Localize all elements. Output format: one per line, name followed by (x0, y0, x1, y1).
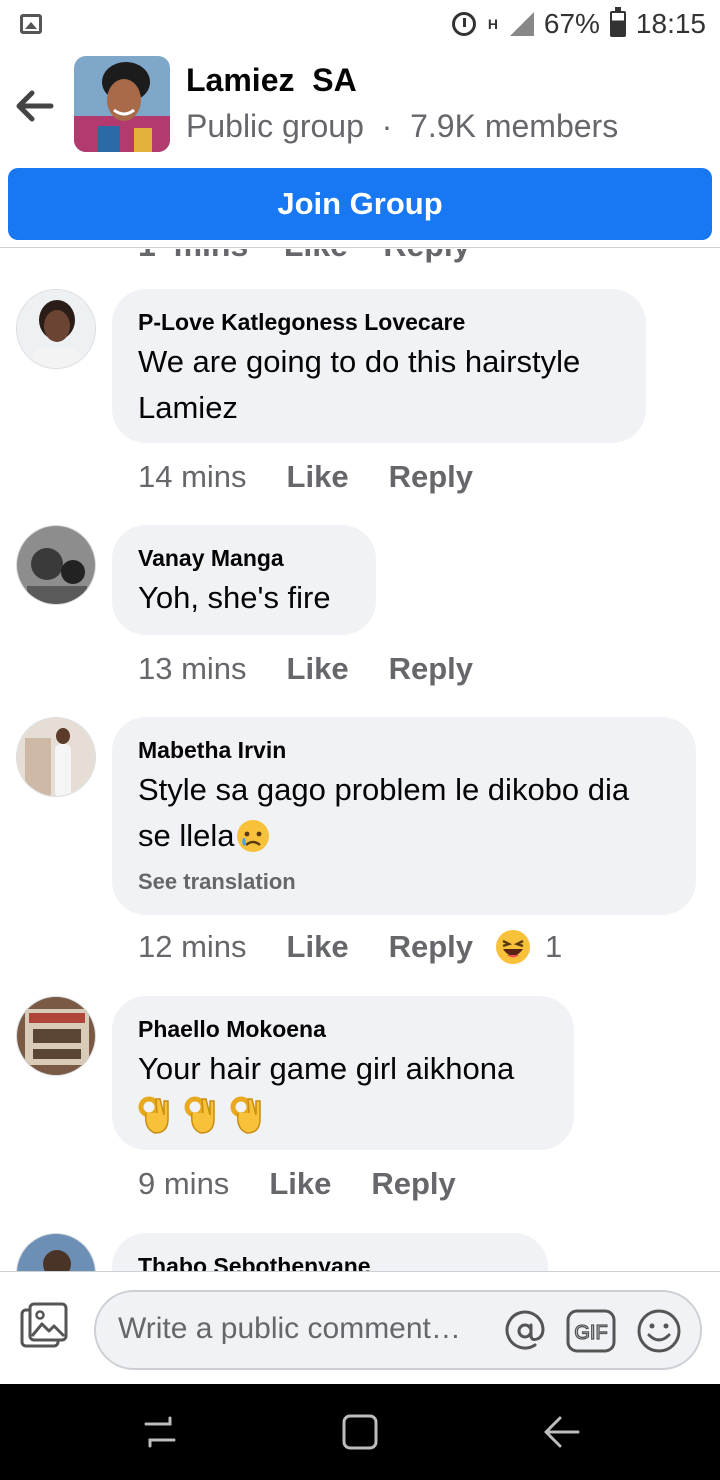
like-button[interactable]: Like (287, 929, 349, 965)
reaction-summary[interactable]: 1 (495, 929, 562, 965)
arrow-left-icon (16, 90, 54, 122)
photo-button[interactable] (18, 1302, 74, 1354)
commenter-name[interactable]: P-Love Katlegoness Lovecare (138, 307, 620, 337)
reply-button[interactable]: Reply (371, 1166, 455, 1202)
comment-actions: 13 mins Like Reply (138, 651, 473, 687)
avatar-image (17, 1234, 95, 1271)
gif-button[interactable]: GIF (566, 1306, 616, 1356)
gif-icon: GIF (566, 1309, 616, 1353)
comment-input-placeholder: Write a public comment… (118, 1312, 461, 1345)
comment-bubble[interactable]: Vanay Manga Yoh, she's fire (112, 525, 376, 635)
like-button[interactable]: Like (269, 1166, 331, 1202)
status-icons: H 67% 18:15 (451, 7, 706, 40)
comment-text: Yoh, she's fire (138, 575, 350, 621)
comment-line: se llela (138, 813, 670, 859)
emoji-button[interactable] (634, 1306, 684, 1356)
gallery-icon (20, 14, 42, 34)
comment-time[interactable]: 14 mins (138, 459, 247, 495)
group-header: Lamiez SA Public group · 7.9K members Jo… (0, 48, 720, 248)
reply-button[interactable]: Reply (389, 651, 473, 687)
comment-bubble[interactable]: Phaello Mokoena Your hair game girl aikh… (112, 996, 574, 1150)
comment-line: Style sa gago problem le dikobo dia (138, 772, 630, 807)
avatar[interactable] (16, 717, 96, 797)
nav-back-button[interactable] (536, 1410, 584, 1454)
comment-bubble[interactable]: Mabetha Irvin Style sa gago problem le d… (112, 717, 696, 915)
mention-button[interactable] (500, 1306, 550, 1356)
comment-line: Your hair game girl aikhona (138, 1051, 515, 1086)
comment-input[interactable]: Write a public comment… GIF (94, 1290, 702, 1370)
join-group-button[interactable]: Join Group (8, 168, 712, 240)
commenter-name[interactable]: Phaello Mokoena (138, 1014, 548, 1044)
avatar[interactable] (16, 1233, 96, 1271)
group-meta: Public group · 7.9K members (186, 108, 619, 144)
comment-time[interactable]: 9 mins (138, 1166, 229, 1202)
avatar-image (17, 997, 95, 1075)
comment-line: Yoh, she's fire (138, 580, 331, 615)
comment-bubble[interactable]: P-Love Katlegoness Lovecare We are going… (112, 289, 646, 443)
home-icon (342, 1414, 378, 1450)
partial-comment-actions: 1 mins Like Reply (138, 249, 471, 264)
ok-hand-emoji-icon (184, 1096, 215, 1134)
comment-line: Lamiez (138, 390, 238, 425)
avatar-image (17, 526, 95, 604)
back-icon (544, 1416, 580, 1448)
comment-text: Your hair game girl aikhona (138, 1046, 548, 1138)
comment-actions: 12 mins Like Reply 1 (138, 929, 562, 965)
haha-icon (496, 930, 530, 964)
recent-apps-button[interactable] (136, 1410, 184, 1454)
like-button[interactable]: Like (287, 459, 349, 495)
like-button[interactable]: Like (287, 651, 349, 687)
comment-time[interactable]: 13 mins (138, 651, 247, 687)
sad-tear-emoji-icon (236, 820, 269, 852)
back-button[interactable] (12, 84, 56, 128)
emoji-icon (637, 1309, 681, 1353)
avatar[interactable] (16, 525, 96, 605)
comment-list[interactable]: 1 mins Like Reply P-Love Katlegoness Lov… (0, 249, 720, 1271)
see-translation-link[interactable]: See translation (138, 869, 670, 895)
comment-actions: 14 mins Like Reply (138, 459, 473, 495)
group-name[interactable]: Lamiez SA (186, 62, 357, 99)
status-bar: H 67% 18:15 (0, 0, 720, 48)
clock: 18:15 (635, 8, 706, 39)
comment-text: Style sa gago problem le dikobo dia se l… (138, 767, 670, 859)
ok-hand-emoji-icon (230, 1096, 261, 1134)
network-type: H (487, 16, 498, 32)
comment-line-text: se llela (138, 818, 235, 853)
comment-time[interactable]: 12 mins (138, 929, 247, 965)
reaction-count: 1 (545, 929, 563, 964)
avatar-image (17, 718, 95, 796)
battery-percent: 67% (543, 8, 600, 39)
system-nav-bar (0, 1384, 720, 1480)
reply-button[interactable]: Reply (389, 459, 473, 495)
signal-icon (509, 12, 534, 36)
avatar-image (17, 290, 95, 368)
group-avatar-image (74, 56, 170, 152)
comment-line: We are going to do this hairstyle (138, 344, 581, 379)
comment-text: We are going to do this hairstyle Lamiez (138, 339, 620, 431)
recent-apps-icon (144, 1416, 176, 1448)
group-avatar[interactable] (74, 56, 170, 152)
comment-composer: Write a public comment… GIF (0, 1271, 720, 1384)
battery-icon (609, 7, 626, 37)
comment-emoji-line (138, 1092, 548, 1138)
avatar[interactable] (16, 289, 96, 369)
comment-bubble[interactable]: Thabo Sebothenyane (112, 1233, 548, 1271)
commenter-name[interactable]: Vanay Manga (138, 543, 350, 573)
photo-icon (20, 1302, 68, 1348)
mention-icon (505, 1310, 545, 1350)
reply-button[interactable]: Reply (389, 929, 473, 965)
ok-hand-emoji-icon (138, 1096, 169, 1134)
alarm-icon (451, 12, 476, 36)
avatar[interactable] (16, 996, 96, 1076)
svg-text:GIF: GIF (574, 1322, 607, 1344)
commenter-name[interactable]: Mabetha Irvin (138, 735, 670, 765)
comment-actions: 9 mins Like Reply (138, 1166, 456, 1202)
commenter-name[interactable]: Thabo Sebothenyane (138, 1251, 522, 1271)
home-button[interactable] (336, 1410, 384, 1454)
